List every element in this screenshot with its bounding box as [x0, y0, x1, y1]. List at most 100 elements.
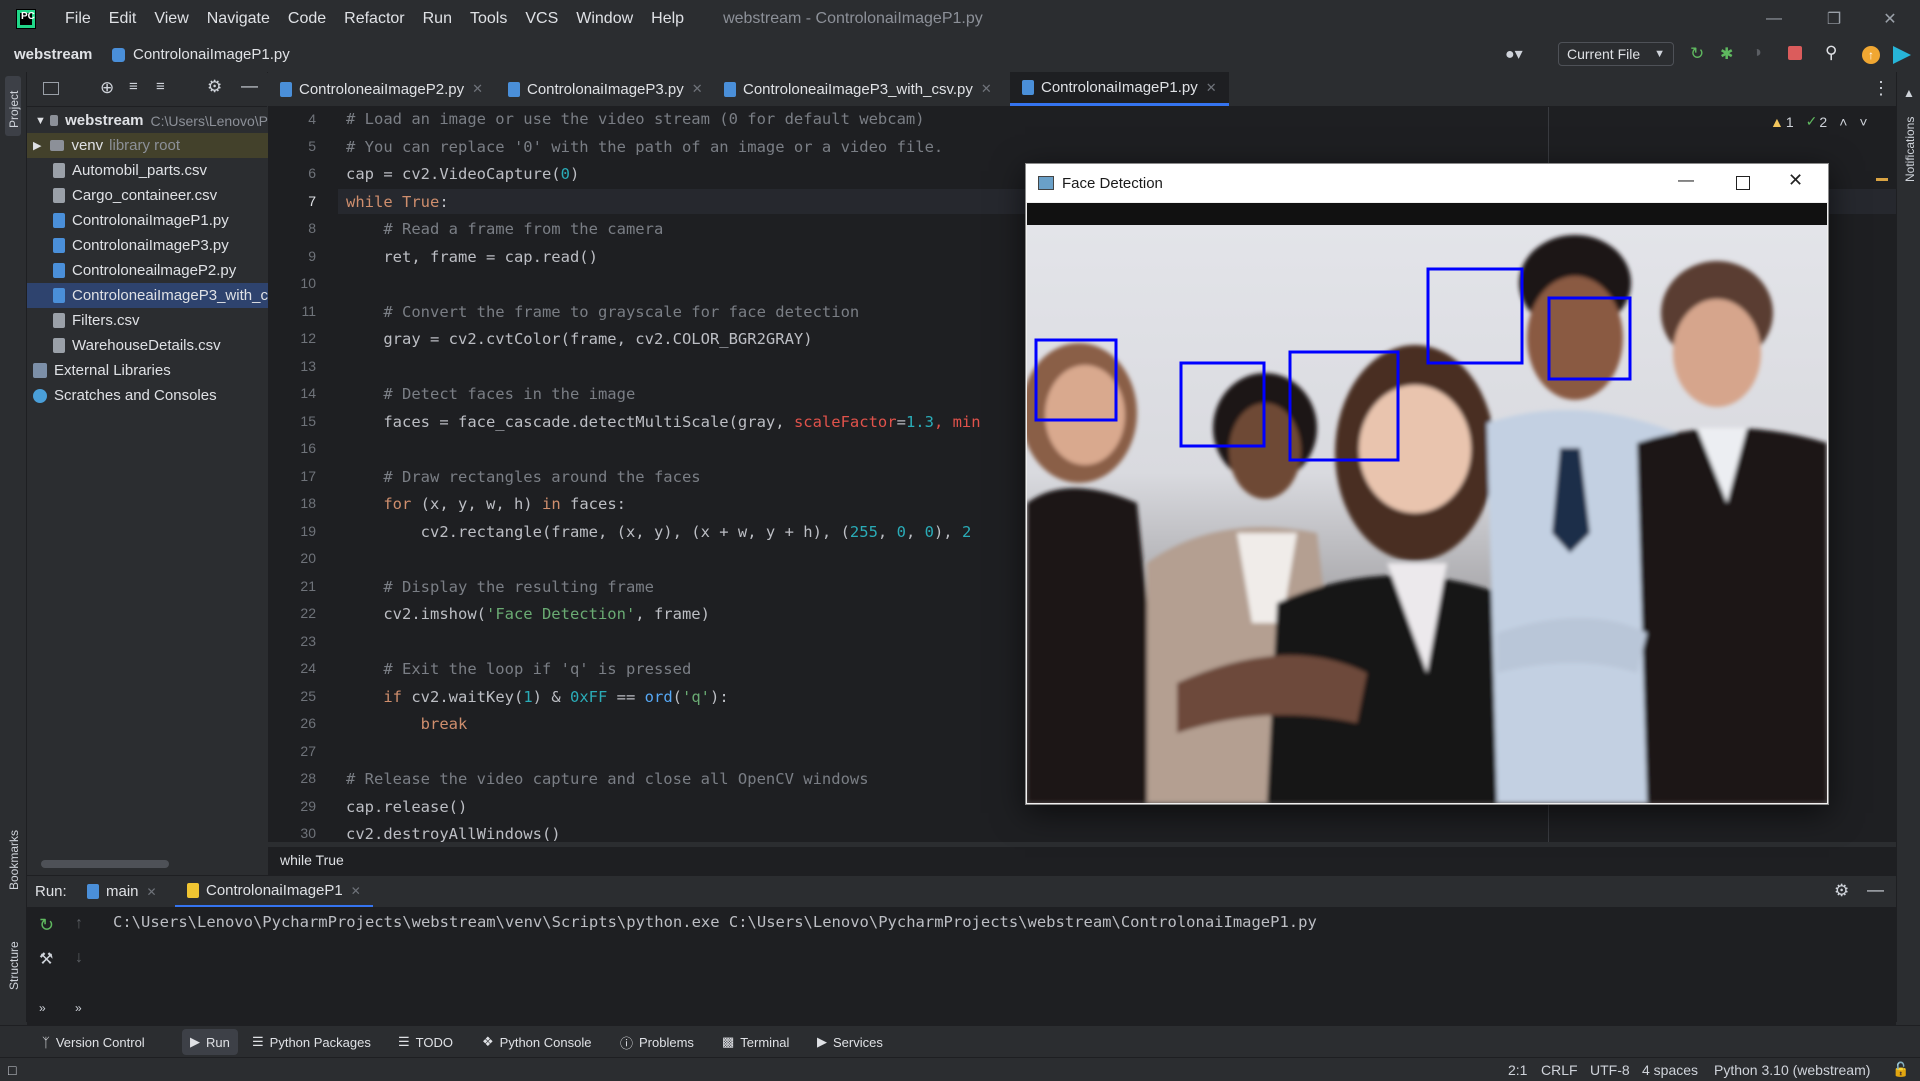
close-icon[interactable]: ✕: [351, 884, 361, 898]
tool-tab-problems[interactable]: ⓘ Problems: [620, 1026, 694, 1058]
tree-file-selected[interactable]: ControloneaiImageP3_with_c: [27, 283, 293, 308]
horizontal-scrollbar[interactable]: [41, 860, 169, 868]
lock-icon[interactable]: 🔓: [1892, 1058, 1909, 1081]
minimize-icon[interactable]: —: [1744, 0, 1804, 38]
run-tab-active[interactable]: ControlonaiImageP1 ✕: [175, 876, 373, 908]
menu-tools[interactable]: Tools: [461, 10, 516, 28]
menu-help[interactable]: Help: [642, 10, 693, 28]
more-tabs-icon[interactable]: ⋮: [1872, 78, 1890, 99]
tree-file[interactable]: Cargo_containeer.csv: [27, 183, 293, 208]
structure-tool-label[interactable]: Structure: [7, 941, 21, 990]
pycharm-logo-icon[interactable]: PC: [16, 9, 36, 29]
bookmarks-tool-label[interactable]: Bookmarks: [7, 830, 21, 890]
nav-file[interactable]: ControlonaiImageP1.py: [133, 46, 290, 63]
stop-icon[interactable]: [1788, 46, 1802, 60]
tree-external-libraries[interactable]: External Libraries: [27, 358, 273, 383]
menu-refactor[interactable]: Refactor: [335, 10, 413, 28]
tree-file[interactable]: ControlonaiImageP1.py: [27, 208, 293, 233]
inspections-widget[interactable]: ▲ 1 ✓ 2 ˄ ˅: [1770, 113, 1868, 130]
expand-all-icon[interactable]: ≡: [129, 78, 138, 95]
tool-tab-version-control[interactable]: ᛉ Version Control: [42, 1026, 145, 1058]
tool-tab-services[interactable]: ▶ Services: [817, 1026, 883, 1058]
more-icon[interactable]: »: [39, 1001, 46, 1015]
breadcrumb-item[interactable]: while True: [280, 852, 344, 868]
gear-icon[interactable]: ⚙: [1834, 881, 1849, 901]
tool-tab-python-packages[interactable]: ☰ Python Packages: [252, 1026, 371, 1058]
gear-icon[interactable]: ⚙: [207, 77, 222, 97]
close-icon[interactable]: ✕: [472, 81, 483, 97]
close-icon[interactable]: ✕: [692, 81, 703, 97]
tab-controlonaiimagep3[interactable]: ControlonaiImageP3.py ✕: [508, 72, 703, 106]
run-config-select[interactable]: Current File ▼: [1558, 42, 1674, 66]
indent-setting[interactable]: 4 spaces: [1642, 1058, 1698, 1081]
face-window-titlebar[interactable]: Face Detection — ✕: [1026, 164, 1828, 202]
close-icon[interactable]: ✕: [1860, 0, 1920, 38]
menu-run[interactable]: Run: [414, 10, 461, 28]
close-icon[interactable]: ✕: [1788, 170, 1803, 191]
menu-file[interactable]: File: [56, 10, 100, 28]
hide-panel-icon[interactable]: —: [241, 76, 258, 96]
debug-icon[interactable]: ✱: [1720, 44, 1733, 64]
arrow-up-icon[interactable]: ↑: [75, 915, 83, 933]
tab-controloneaiimagep3-with-csv[interactable]: ControloneaiImageP3_with_csv.py ✕: [724, 72, 992, 106]
run-tab-main[interactable]: main ✕: [87, 883, 157, 900]
nav-project[interactable]: webstream: [14, 46, 92, 63]
code-line-8: # Read a frame from the camera: [346, 220, 664, 238]
close-icon[interactable]: ✕: [981, 81, 992, 97]
tab-controloneaiimagep2[interactable]: ControloneaiImageP2.py ✕: [280, 72, 483, 106]
rerun-icon[interactable]: ↻: [1690, 44, 1704, 64]
tree-root[interactable]: ▼ webstream C:\Users\Lenovo\Py: [27, 108, 275, 133]
file-encoding[interactable]: UTF-8: [1590, 1058, 1630, 1081]
tool-tab-run[interactable]: ▶ Run: [182, 1029, 238, 1055]
line-separator[interactable]: CRLF: [1541, 1058, 1578, 1081]
tool-tab-terminal[interactable]: ▩ Terminal: [722, 1026, 789, 1058]
tool-tab-todo[interactable]: ☰ TODO: [398, 1026, 453, 1058]
tree-venv[interactable]: ▶ venv library root: [27, 133, 273, 158]
menu-code[interactable]: Code: [279, 10, 335, 28]
tree-file[interactable]: ControlonaiImageP3.py: [27, 233, 293, 258]
tree-file[interactable]: Filters.csv: [27, 308, 293, 333]
rerun-icon[interactable]: ↻: [39, 915, 54, 936]
restore-icon[interactable]: ❐: [1804, 0, 1864, 38]
coverage-icon[interactable]: ◑: [1752, 44, 1762, 62]
chevron-up-icon[interactable]: ˄: [1839, 114, 1847, 130]
user-icon[interactable]: ●▾: [1505, 44, 1523, 64]
chevron-down-icon[interactable]: ˅: [1859, 114, 1867, 130]
search-icon[interactable]: ⚲: [1825, 43, 1837, 63]
arrow-down-icon[interactable]: ↓: [75, 949, 83, 967]
menu-window[interactable]: Window: [567, 10, 642, 28]
warning-marker[interactable]: [1876, 178, 1888, 181]
face-detection-window[interactable]: Face Detection — ✕: [1025, 163, 1829, 805]
menu-navigate[interactable]: Navigate: [198, 10, 279, 28]
close-icon[interactable]: ✕: [147, 885, 157, 899]
locate-icon[interactable]: ⊕: [100, 78, 114, 98]
tool-tab-python-console[interactable]: ❖ Python Console: [482, 1026, 591, 1058]
collapse-all-icon[interactable]: ≡: [156, 78, 165, 95]
tree-file[interactable]: ControloneailmageP2.py: [27, 258, 293, 283]
navigation-bar: webstream ControlonaiImageP1.py ●▾ Curre…: [0, 38, 1920, 73]
bell-icon[interactable]: ▲: [1903, 86, 1915, 100]
menu-view[interactable]: View: [145, 10, 197, 28]
tree-scratches[interactable]: Scratches and Consoles: [27, 383, 273, 408]
tree-file[interactable]: Automobil_parts.csv: [27, 158, 293, 183]
panel-layout-icon[interactable]: [43, 82, 59, 95]
code-line-12: gray = cv2.cvtColor(frame, cv2.COLOR_BGR…: [346, 330, 813, 348]
caret-position[interactable]: 2:1: [1508, 1058, 1527, 1081]
menu-edit[interactable]: Edit: [100, 10, 146, 28]
minimize-icon[interactable]: —: [1678, 172, 1694, 190]
run-console[interactable]: ↻ ↑ ⚒ ↓ » » C:\Users\Lenovo\PycharmProje…: [27, 907, 1896, 1025]
close-icon[interactable]: ✕: [1206, 80, 1217, 96]
tree-file[interactable]: WarehouseDetails.csv: [27, 333, 293, 358]
ai-assistant-icon[interactable]: [1893, 46, 1911, 64]
layout-icon[interactable]: □: [8, 1058, 16, 1081]
python-interpreter[interactable]: Python 3.10 (webstream): [1714, 1058, 1870, 1081]
more-icon[interactable]: »: [75, 1001, 82, 1015]
maximize-icon[interactable]: [1736, 176, 1750, 190]
notifications-tool-label[interactable]: Notifications: [1903, 117, 1917, 182]
menu-vcs[interactable]: VCS: [516, 10, 567, 28]
update-icon[interactable]: ↑: [1862, 46, 1880, 64]
wrench-icon[interactable]: ⚒: [39, 949, 53, 969]
tab-controlonaiimagep1-active[interactable]: ControlonaiImageP1.py ✕: [1010, 72, 1229, 106]
hide-panel-icon[interactable]: —: [1867, 880, 1884, 900]
play-icon: ▶: [190, 1034, 200, 1049]
